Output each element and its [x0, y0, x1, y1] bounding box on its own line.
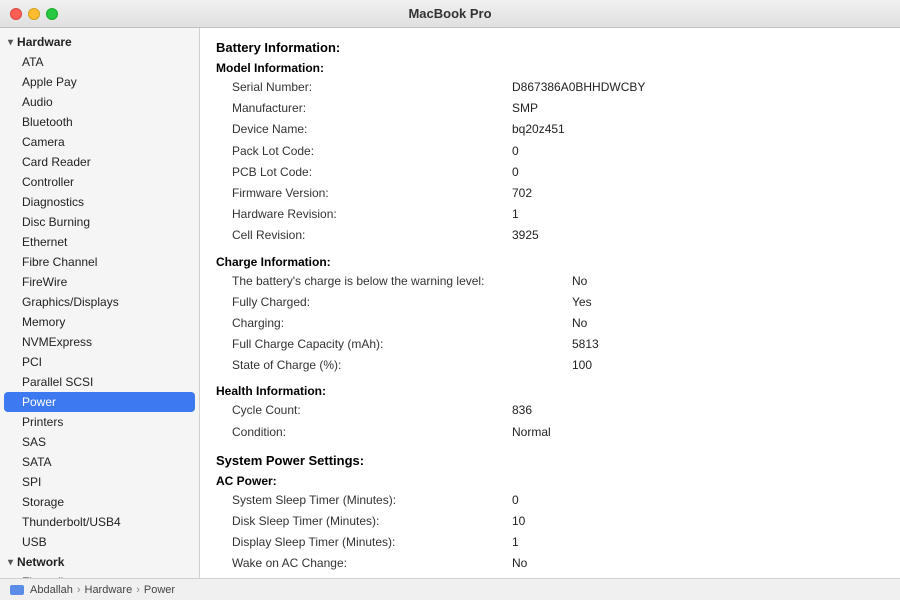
- sidebar-item-firewire[interactable]: FireWire: [0, 272, 199, 292]
- sidebar-item-disc-burning[interactable]: Disc Burning: [0, 212, 199, 232]
- sidebar-item-ethernet[interactable]: Ethernet: [0, 232, 199, 252]
- chevron-down-icon: ▾: [8, 557, 13, 568]
- model-info-subtitle: Model Information:: [216, 61, 884, 75]
- table-row: PCB Lot Code: 0: [216, 162, 884, 183]
- table-row: Firmware Version: 702: [216, 183, 884, 204]
- sidebar-item-sas[interactable]: SAS: [0, 432, 199, 452]
- breadcrumb: Abdallah › Hardware › Power: [10, 584, 175, 596]
- table-row: Pack Lot Code: 0: [216, 141, 884, 162]
- content-area: Battery Information: Model Information: …: [200, 28, 900, 578]
- sidebar-item-spi[interactable]: SPI: [0, 472, 199, 492]
- sidebar-item-fibre-channel[interactable]: Fibre Channel: [0, 252, 199, 272]
- table-row: System Sleep Timer (Minutes): 0: [216, 490, 884, 511]
- table-row: Cell Revision: 3925: [216, 225, 884, 246]
- sidebar-group-network-label: Network: [17, 555, 64, 569]
- breadcrumb-separator: ›: [77, 584, 81, 596]
- close-button[interactable]: [10, 8, 22, 20]
- sidebar-item-storage[interactable]: Storage: [0, 492, 199, 512]
- health-info-subtitle: Health Information:: [216, 384, 884, 398]
- table-row: Hardware Revision: 1: [216, 204, 884, 225]
- sidebar-item-bluetooth[interactable]: Bluetooth: [0, 112, 199, 132]
- sidebar-item-nvmexpress[interactable]: NVMExpress: [0, 332, 199, 352]
- sidebar-item-sata[interactable]: SATA: [0, 452, 199, 472]
- model-info-group: Model Information: Serial Number: D86738…: [216, 61, 884, 247]
- system-power-settings-title: System Power Settings:: [216, 453, 884, 468]
- breadcrumb-item-hardware: Hardware: [85, 584, 133, 596]
- sidebar-item-usb[interactable]: USB: [0, 532, 199, 552]
- table-row: State of Charge (%): 100: [216, 355, 884, 376]
- table-row: Manufacturer: SMP: [216, 98, 884, 119]
- breadcrumb-icon: [10, 585, 24, 595]
- table-row: Cycle Count: 836: [216, 400, 884, 421]
- breadcrumb-separator: ›: [136, 584, 140, 596]
- maximize-button[interactable]: [46, 8, 58, 20]
- window-controls[interactable]: [10, 8, 58, 20]
- ac-power-subtitle: AC Power:: [216, 474, 884, 488]
- sidebar-item-memory[interactable]: Memory: [0, 312, 199, 332]
- status-bar: Abdallah › Hardware › Power: [0, 578, 900, 600]
- table-row: Wake on AC Change: No: [216, 553, 884, 574]
- table-row: Charging: No: [216, 313, 884, 334]
- charge-info-group: Charge Information: The battery's charge…: [216, 255, 884, 377]
- sidebar-item-camera[interactable]: Camera: [0, 132, 199, 152]
- table-row: Display Sleep Timer (Minutes): 1: [216, 532, 884, 553]
- breadcrumb-item-power: Power: [144, 584, 175, 596]
- sidebar-item-ata[interactable]: ATA: [0, 52, 199, 72]
- table-row: Full Charge Capacity (mAh): 5813: [216, 334, 884, 355]
- title-bar: MacBook Pro: [0, 0, 900, 28]
- sidebar-group-network[interactable]: ▾ Network: [0, 552, 199, 572]
- health-info-group: Health Information: Cycle Count: 836 Con…: [216, 384, 884, 442]
- minimize-button[interactable]: [28, 8, 40, 20]
- sidebar-item-pci[interactable]: PCI: [0, 352, 199, 372]
- charge-info-subtitle: Charge Information:: [216, 255, 884, 269]
- sidebar-item-audio[interactable]: Audio: [0, 92, 199, 112]
- table-row: Disk Sleep Timer (Minutes): 10: [216, 511, 884, 532]
- sidebar-item-card-reader[interactable]: Card Reader: [0, 152, 199, 172]
- table-row: Serial Number: D867386A0BHHDWCBY: [216, 77, 884, 98]
- chevron-down-icon: ▾: [8, 37, 13, 48]
- sidebar-item-power[interactable]: Power: [4, 392, 195, 412]
- table-row: The battery's charge is below the warnin…: [216, 271, 884, 292]
- sidebar-item-graphics-displays[interactable]: Graphics/Displays: [0, 292, 199, 312]
- sidebar: ▾ Hardware ATA Apple Pay Audio Bluetooth…: [0, 28, 200, 578]
- table-row: Fully Charged: Yes: [216, 292, 884, 313]
- battery-info-title: Battery Information:: [216, 40, 884, 55]
- sidebar-group-hardware-label: Hardware: [17, 35, 72, 49]
- ac-power-group: AC Power: System Sleep Timer (Minutes): …: [216, 474, 884, 578]
- window-title: MacBook Pro: [408, 6, 491, 21]
- sidebar-group-hardware[interactable]: ▾ Hardware: [0, 32, 199, 52]
- sidebar-item-diagnostics[interactable]: Diagnostics: [0, 192, 199, 212]
- table-row: Condition: Normal: [216, 422, 884, 443]
- sidebar-item-apple-pay[interactable]: Apple Pay: [0, 72, 199, 92]
- table-row: Device Name: bq20z451: [216, 119, 884, 140]
- sidebar-item-printers[interactable]: Printers: [0, 412, 199, 432]
- breadcrumb-item-abdallah: Abdallah: [30, 584, 73, 596]
- sidebar-item-parallel-scsi[interactable]: Parallel SCSI: [0, 372, 199, 392]
- sidebar-item-controller[interactable]: Controller: [0, 172, 199, 192]
- sidebar-item-thunderbolt-usb4[interactable]: Thunderbolt/USB4: [0, 512, 199, 532]
